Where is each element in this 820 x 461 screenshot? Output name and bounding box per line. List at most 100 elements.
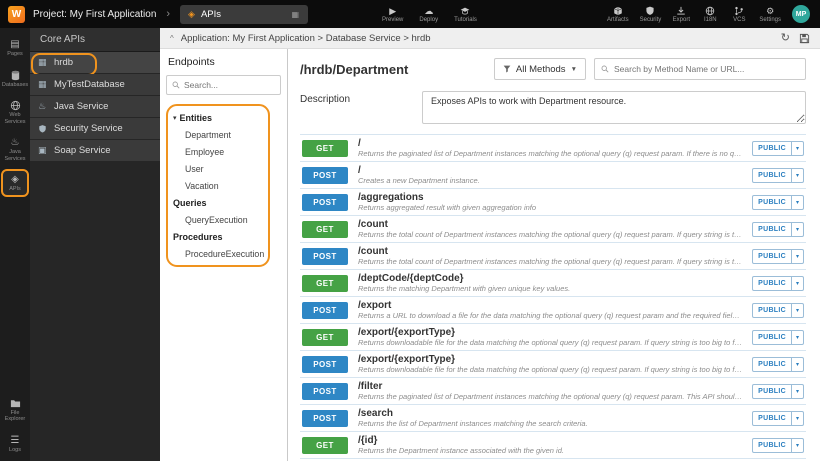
rail-item-pages[interactable]: ▤ Pages xyxy=(1,34,29,62)
access-dropdown[interactable]: PUBLIC ▾ xyxy=(752,194,804,210)
vcs-button[interactable]: VCS xyxy=(730,6,748,23)
access-dropdown[interactable]: PUBLIC ▾ xyxy=(752,167,804,183)
workspace-tab-apis[interactable]: ◈ APIs ▦ xyxy=(180,4,309,24)
endpoint-row[interactable]: POST /count Returns the total count of D… xyxy=(300,243,806,270)
access-dropdown[interactable]: PUBLIC ▾ xyxy=(752,275,804,291)
method-search xyxy=(594,58,806,80)
soap-icon: ▣ xyxy=(38,145,47,155)
endpoint-row[interactable]: POST / Creates a new Department instance… xyxy=(300,162,806,189)
rail-item-label: File Explorer xyxy=(4,409,26,423)
access-dropdown[interactable]: PUBLIC ▾ xyxy=(752,248,804,264)
access-dropdown[interactable]: PUBLIC ▾ xyxy=(752,329,804,345)
save-icon[interactable] xyxy=(799,33,810,44)
endpoint-info: /aggregations Returns aggregated result … xyxy=(358,192,742,212)
sidebar-item-soap-service[interactable]: ▣ Soap Service xyxy=(30,140,160,161)
tree-group-procedures[interactable]: Procedures xyxy=(173,228,263,245)
shield-icon xyxy=(645,6,655,16)
tree-item[interactable]: ProcedureExecution xyxy=(173,245,264,262)
endpoint-description: Returns the total count of Department in… xyxy=(358,230,743,239)
method-badge: POST xyxy=(302,409,348,427)
endpoint-row[interactable]: POST /aggregations Returns aggregated re… xyxy=(300,189,806,216)
description-input[interactable]: Exposes APIs to work with Department res… xyxy=(422,91,806,124)
caret-down-icon: ▾ xyxy=(790,276,803,290)
rail-item-label: Logs xyxy=(9,446,21,453)
endpoint-row[interactable]: POST /export/{exportType} Returns downlo… xyxy=(300,351,806,378)
sidebar-item-hrdb[interactable]: ▦ hrdb xyxy=(30,52,160,76)
export-button[interactable]: Export xyxy=(672,6,690,23)
sidebar-item-mytestdatabase[interactable]: ▦ MyTestDatabase xyxy=(30,74,160,95)
description-label: Description xyxy=(300,94,351,105)
security-label: Security xyxy=(639,16,662,23)
tree-item[interactable]: Department xyxy=(173,126,263,143)
preview-button[interactable]: ▶ Preview xyxy=(382,6,403,23)
endpoint-row[interactable]: GET /export/{exportType} Returns downloa… xyxy=(300,324,806,351)
caret-down-icon: ▾ xyxy=(790,222,803,236)
endpoints-search-input[interactable] xyxy=(184,80,275,90)
settings-button[interactable]: ⚙ Settings xyxy=(759,6,781,23)
endpoint-path: /search xyxy=(358,408,394,419)
deploy-button[interactable]: ☁ Deploy xyxy=(419,6,438,23)
access-label: PUBLIC xyxy=(758,360,786,368)
apis-icon: ◈ xyxy=(11,174,19,185)
endpoint-row[interactable]: POST /filter Returns the paginated list … xyxy=(300,378,806,405)
access-dropdown[interactable]: PUBLIC ▾ xyxy=(752,221,804,237)
security-button[interactable]: Security xyxy=(639,6,662,23)
endpoint-row[interactable]: GET /deptCode/{deptCode} Returns the mat… xyxy=(300,270,806,297)
avatar[interactable]: MP xyxy=(792,5,810,23)
method-badge: POST xyxy=(302,247,348,265)
sidebar-item-security-service[interactable]: Security Service xyxy=(30,118,160,139)
rail-item-label: APIs xyxy=(9,186,21,192)
rail-item-logs[interactable]: ☰ Logs xyxy=(1,430,29,458)
endpoint-row[interactable]: GET / Returns the paginated list of Depa… xyxy=(300,135,806,162)
rail-item-apis[interactable]: ◈ APIs xyxy=(1,169,29,197)
endpoints-title: Endpoints xyxy=(168,56,215,68)
refresh-icon[interactable]: ↻ xyxy=(781,32,790,44)
tree-group-queries[interactable]: Queries xyxy=(173,194,263,211)
access-dropdown[interactable]: PUBLIC ▾ xyxy=(752,140,804,156)
tree-item[interactable]: Employee xyxy=(173,143,263,160)
rail-item-web-services[interactable]: Web Services xyxy=(1,95,29,129)
tree-group-entities[interactable]: ▾ Entities xyxy=(173,109,263,126)
endpoint-path: /count xyxy=(358,246,388,257)
access-dropdown[interactable]: PUBLIC ▾ xyxy=(752,356,804,372)
caret-down-icon: ▾ xyxy=(790,168,803,182)
caret-down-icon: ▾ xyxy=(790,438,803,452)
gear-icon: ⚙ xyxy=(766,5,775,16)
endpoint-row[interactable]: GET /{id} Returns the Department instanc… xyxy=(300,432,806,459)
access-label: PUBLIC xyxy=(758,252,786,260)
right-column: ^ Application: My First Application > Da… xyxy=(160,28,820,461)
caret-down-icon: ▾ xyxy=(790,141,803,155)
app-logo[interactable]: W xyxy=(8,5,25,23)
tree-item[interactable]: User xyxy=(173,160,263,177)
endpoint-description: Returns the matching Department with giv… xyxy=(358,284,571,293)
access-dropdown[interactable]: PUBLIC ▾ xyxy=(752,410,804,426)
caret-down-icon: ▾ xyxy=(790,249,803,263)
caret-down-icon: ▼ xyxy=(570,65,577,73)
deploy-cloud-icon: ☁ xyxy=(424,5,434,16)
download-icon xyxy=(676,6,686,16)
endpoint-row[interactable]: GET /count Returns the total count of De… xyxy=(300,216,806,243)
tutorials-button[interactable]: Tutorials xyxy=(454,6,477,23)
method-badge: GET xyxy=(302,220,348,238)
tree-item[interactable]: QueryExecution xyxy=(173,211,263,228)
rail-item-databases[interactable]: Databases xyxy=(1,65,29,93)
rail-item-label: Web Services xyxy=(4,112,26,125)
tree-item[interactable]: Vacation xyxy=(173,177,263,194)
methods-filter-dropdown[interactable]: All Methods ▼ xyxy=(493,58,586,80)
endpoint-row[interactable]: POST /search Returns the list of Departm… xyxy=(300,405,806,432)
endpoint-description: Returns a URL to download a file for the… xyxy=(358,311,743,320)
rail-item-java-services[interactable]: ♨ Java Services xyxy=(1,132,29,166)
sidebar-item-label: Java Service xyxy=(54,101,109,112)
i18n-button[interactable]: I18N xyxy=(701,6,719,23)
endpoint-path: /filter xyxy=(358,381,383,392)
endpoint-row[interactable]: POST /export Returns a URL to download a… xyxy=(300,297,806,324)
caret-down-icon: ▾ xyxy=(790,303,803,317)
method-search-input[interactable] xyxy=(614,64,799,74)
sidebar-item-java-service[interactable]: ♨ Java Service xyxy=(30,96,160,117)
access-dropdown[interactable]: PUBLIC ▾ xyxy=(752,437,804,453)
access-dropdown[interactable]: PUBLIC ▾ xyxy=(752,302,804,318)
access-dropdown[interactable]: PUBLIC ▾ xyxy=(752,383,804,399)
rail-item-file-explorer[interactable]: File Explorer xyxy=(1,393,29,427)
artifacts-button[interactable]: Artifacts xyxy=(607,6,629,23)
content-row: Endpoints ▾ Entities xyxy=(160,49,820,461)
